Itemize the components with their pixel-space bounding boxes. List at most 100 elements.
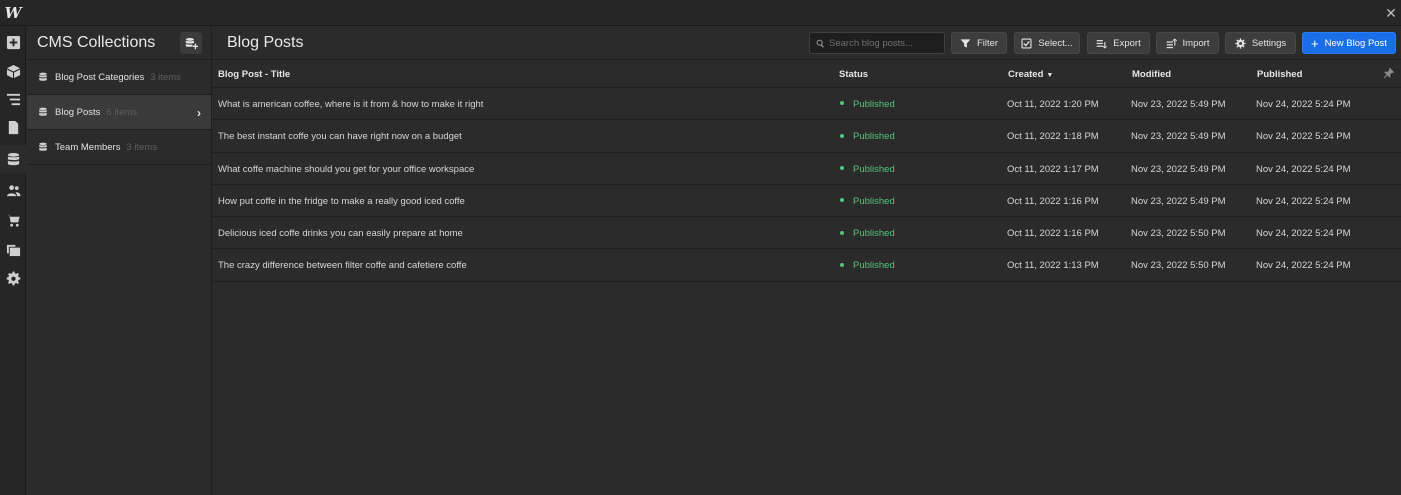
status-dot-icon [840,101,844,106]
cell-title: What coffe machine should you get for yo… [218,163,475,175]
database-icon [38,72,48,82]
column-header-status[interactable]: Status [839,69,868,80]
column-header-published[interactable]: Published [1257,69,1302,80]
search-input[interactable] [829,37,939,49]
cell-status: Published [840,99,895,110]
cms-database-icon[interactable] [0,145,26,173]
plus-icon: + [1311,35,1319,51]
column-header-modified[interactable]: Modified [1132,69,1171,80]
collection-item-blog-post-categories[interactable]: Blog Post Categories 3 items [27,60,211,95]
filter-icon [960,38,971,48]
export-icon [1096,39,1108,49]
search-box[interactable] [809,32,945,54]
cell-created: Oct 11, 2022 1:18 PM [1007,131,1099,143]
pages-icon[interactable] [0,113,26,141]
collection-name: Blog Post Categories [55,71,145,83]
import-label: Import [1182,37,1210,49]
cell-published: Nov 24, 2022 5:24 PM [1256,163,1351,175]
collection-item-team-members[interactable]: Team Members 3 items [27,130,211,165]
collection-name: Team Members [55,141,121,153]
cell-status: Published [840,196,895,207]
cell-title: How put coffe in the fridge to make a re… [218,195,465,207]
cell-modified: Nov 23, 2022 5:49 PM [1131,99,1226,110]
close-icon[interactable]: ✕ [1381,0,1401,26]
main-header: Blog Posts Filter Select... Export Impor… [212,26,1401,60]
collection-main-panel: Blog Posts Filter Select... Export Impor… [212,26,1401,495]
collection-item-blog-posts[interactable]: Blog Posts 6 items › [27,95,211,130]
collections-header: CMS Collections [27,26,211,60]
table-body: What is american coffee, where is it fro… [212,88,1401,282]
collection-count: 3 items [126,141,158,153]
settings-button[interactable]: Settings [1225,32,1296,54]
add-elements-icon[interactable] [0,28,26,56]
checkbox-icon [1021,37,1032,49]
table-row[interactable]: The crazy difference between filter coff… [212,249,1401,282]
cell-published: Nov 24, 2022 5:24 PM [1256,131,1351,143]
collection-count: 6 items [106,106,138,118]
status-dot-icon [840,198,844,203]
cell-modified: Nov 23, 2022 5:49 PM [1131,131,1226,143]
cell-title: The crazy difference between filter coff… [218,260,467,272]
cell-modified: Nov 23, 2022 5:50 PM [1131,228,1226,240]
gear-icon [1235,37,1246,49]
cell-published: Nov 24, 2022 5:24 PM [1256,195,1351,207]
cell-published: Nov 24, 2022 5:24 PM [1256,99,1351,110]
cell-modified: Nov 23, 2022 5:49 PM [1131,163,1226,175]
status-dot-icon [840,166,844,171]
chevron-right-icon: › [197,106,201,120]
import-button[interactable]: Import [1156,32,1219,54]
new-blog-post-button[interactable]: + New Blog Post [1302,32,1396,54]
table-header: Blog Post - Title Status Created ▼ Modifi… [212,60,1401,88]
components-box-icon[interactable] [0,57,26,85]
cell-published: Nov 24, 2022 5:24 PM [1256,228,1351,240]
cell-modified: Nov 23, 2022 5:49 PM [1131,195,1226,207]
filter-button[interactable]: Filter [951,32,1007,54]
cell-title: Delicious iced coffe drinks you can easi… [218,228,463,240]
page-title: Blog Posts [227,34,304,51]
import-icon [1166,37,1177,48]
settings-gear-icon[interactable] [0,264,26,292]
export-button[interactable]: Export [1087,32,1150,54]
cell-created: Oct 11, 2022 1:13 PM [1007,260,1099,272]
collections-title: CMS Collections [37,34,156,51]
cell-created: Oct 11, 2022 1:16 PM [1007,195,1099,207]
cell-created: Oct 11, 2022 1:17 PM [1007,163,1099,175]
navigator-icon[interactable] [0,85,26,113]
select-button[interactable]: Select... [1014,32,1080,54]
collection-count: 3 items [150,71,181,83]
search-icon [816,39,825,48]
add-collection-button[interactable] [180,32,202,54]
top-bar: W ✕ [0,0,1401,26]
new-blog-post-label: New Blog Post [1324,37,1387,49]
left-icon-rail [0,26,26,495]
users-icon[interactable] [0,176,26,204]
status-dot-icon [840,230,844,235]
column-header-title[interactable]: Blog Post - Title [218,69,290,80]
sort-descending-icon: ▼ [1046,72,1054,79]
cell-status: Published [840,228,895,239]
cell-created: Oct 11, 2022 1:16 PM [1007,228,1099,240]
table-row[interactable]: What is american coffee, where is it fro… [212,88,1401,121]
cms-collections-panel: CMS Collections Blog Post Categories 3 i… [27,26,212,495]
status-dot-icon [840,133,844,138]
cell-created: Oct 11, 2022 1:20 PM [1007,99,1099,110]
export-label: Export [1113,37,1141,49]
ecommerce-cart-icon[interactable] [0,206,26,234]
cell-published: Nov 24, 2022 5:24 PM [1256,260,1351,272]
table-row[interactable]: How put coffe in the fridge to make a re… [212,185,1401,218]
filter-label: Filter [976,37,999,49]
settings-label: Settings [1251,37,1287,49]
status-dot-icon [840,262,844,267]
database-icon [38,142,48,152]
table-row[interactable]: Delicious iced coffe drinks you can easi… [212,217,1401,250]
table-row[interactable]: The best instant coffe you can have righ… [212,120,1401,153]
pin-icon[interactable] [1383,67,1395,79]
column-header-created[interactable]: Created ▼ [1008,69,1053,80]
cell-status: Published [840,164,895,175]
collection-name: Blog Posts [55,106,101,118]
cell-status: Published [840,260,895,271]
table-row[interactable]: What coffe machine should you get for yo… [212,153,1401,185]
select-label: Select... [1038,37,1073,49]
assets-icon[interactable] [0,235,26,263]
webflow-logo[interactable]: W [0,0,26,26]
